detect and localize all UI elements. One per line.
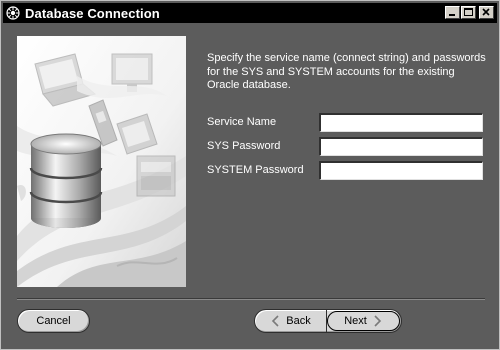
database-illustration <box>17 36 186 287</box>
maximize-icon <box>464 8 473 16</box>
system-password-label: SYSTEM Password <box>207 164 304 176</box>
minimize-icon <box>449 14 455 16</box>
footer-separator <box>17 298 485 300</box>
navigation-buttons: Back Next <box>254 309 402 333</box>
database-connection-window: Database Connection Specify the service … <box>0 0 500 350</box>
back-button-label: Back <box>286 315 311 327</box>
close-icon <box>482 8 490 16</box>
chevron-right-icon <box>373 315 383 327</box>
window-title: Database Connection <box>25 5 160 21</box>
app-icon[interactable] <box>6 6 20 20</box>
window-controls <box>444 6 494 19</box>
sys-password-input[interactable] <box>319 137 483 156</box>
next-button[interactable]: Next <box>327 311 400 331</box>
chevron-left-icon <box>270 315 280 327</box>
minimize-button[interactable] <box>445 6 460 19</box>
system-password-input[interactable] <box>319 161 483 180</box>
database-cylinder-icon <box>17 36 186 287</box>
next-button-label: Next <box>344 315 367 327</box>
intro-text: Specify the service name (connect string… <box>207 52 486 91</box>
close-button[interactable] <box>479 6 494 19</box>
sys-password-label: SYS Password <box>207 140 281 152</box>
service-name-label: Service Name <box>207 116 277 128</box>
back-button[interactable]: Back <box>255 310 326 332</box>
cancel-button-label: Cancel <box>36 315 71 327</box>
service-name-input[interactable] <box>319 113 483 132</box>
maximize-button[interactable] <box>461 6 476 19</box>
title-bar[interactable]: Database Connection <box>3 3 497 23</box>
cancel-button[interactable]: Cancel <box>17 309 90 333</box>
